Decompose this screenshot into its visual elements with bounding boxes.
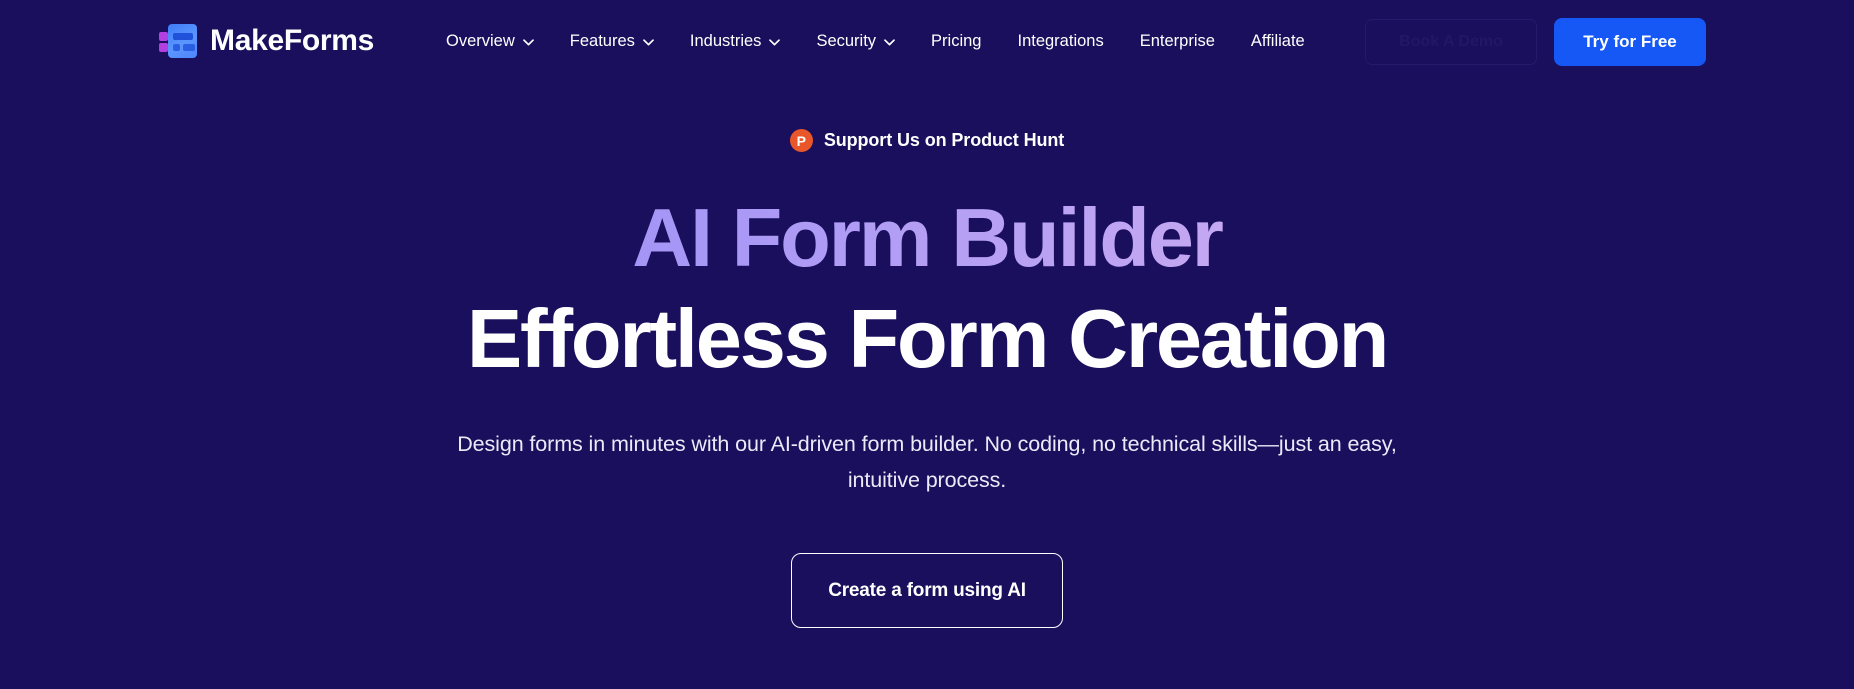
nav-item-industries[interactable]: Industries: [672, 28, 799, 54]
chevron-down-icon: [522, 39, 534, 46]
nav-item-label: Overview: [446, 31, 515, 50]
nav-actions: Book A Demo Try for Free: [1365, 18, 1706, 66]
chevron-down-icon: [769, 39, 781, 46]
nav-item-label: Industries: [689, 31, 762, 50]
product-hunt-icon: P: [789, 129, 813, 152]
nav-item-pricing[interactable]: Pricing: [913, 28, 999, 54]
page-title: Effortless Form Creation: [466, 292, 1390, 385]
nav-item-label: Pricing: [931, 31, 982, 50]
chevron-down-icon: [643, 39, 654, 46]
nav-item-affiliate[interactable]: Affiliate: [1233, 28, 1323, 54]
landing-page: MakeForms Overview Features Industries S…: [0, 0, 1854, 689]
nav-links: Overview Features Industries Security Pr…: [428, 28, 1323, 54]
create-form-using-ai-button[interactable]: Create a form using AI: [791, 553, 1063, 628]
nav-item-label: Features: [569, 31, 635, 50]
nav-item-label: Security: [816, 31, 877, 50]
nav-item-enterprise[interactable]: Enterprise: [1122, 28, 1233, 54]
brand-name: MakeForms: [210, 24, 375, 57]
product-hunt-badge[interactable]: P Support Us on Product Hunt: [789, 129, 1065, 152]
brand-logo[interactable]: MakeForms: [159, 24, 374, 58]
hero-section: P Support Us on Product Hunt AI Form Bui…: [0, 82, 1854, 628]
product-hunt-label: Support Us on Product Hunt: [823, 130, 1065, 150]
book-a-demo-button[interactable]: Book A Demo: [1365, 19, 1537, 65]
nav-item-overview[interactable]: Overview: [428, 28, 552, 54]
nav-item-features[interactable]: Features: [552, 28, 672, 54]
nav-item-label: Affiliate: [1250, 31, 1305, 50]
nav-item-integrations[interactable]: Integrations: [999, 28, 1121, 54]
nav-item-security[interactable]: Security: [798, 28, 913, 54]
hero-subtitle: Design forms in minutes with our AI-driv…: [457, 432, 1397, 492]
chevron-down-icon: [884, 39, 895, 46]
top-navbar: MakeForms Overview Features Industries S…: [0, 0, 1854, 82]
page-title-gradient: AI Form Builder: [0, 196, 1854, 279]
try-for-free-button[interactable]: Try for Free: [1554, 18, 1706, 66]
makeforms-logo-icon: [159, 24, 197, 58]
nav-item-label: Enterprise: [1139, 31, 1215, 50]
hero-cta-wrap: Create a form using AI: [0, 553, 1854, 628]
nav-item-label: Integrations: [1017, 31, 1104, 50]
